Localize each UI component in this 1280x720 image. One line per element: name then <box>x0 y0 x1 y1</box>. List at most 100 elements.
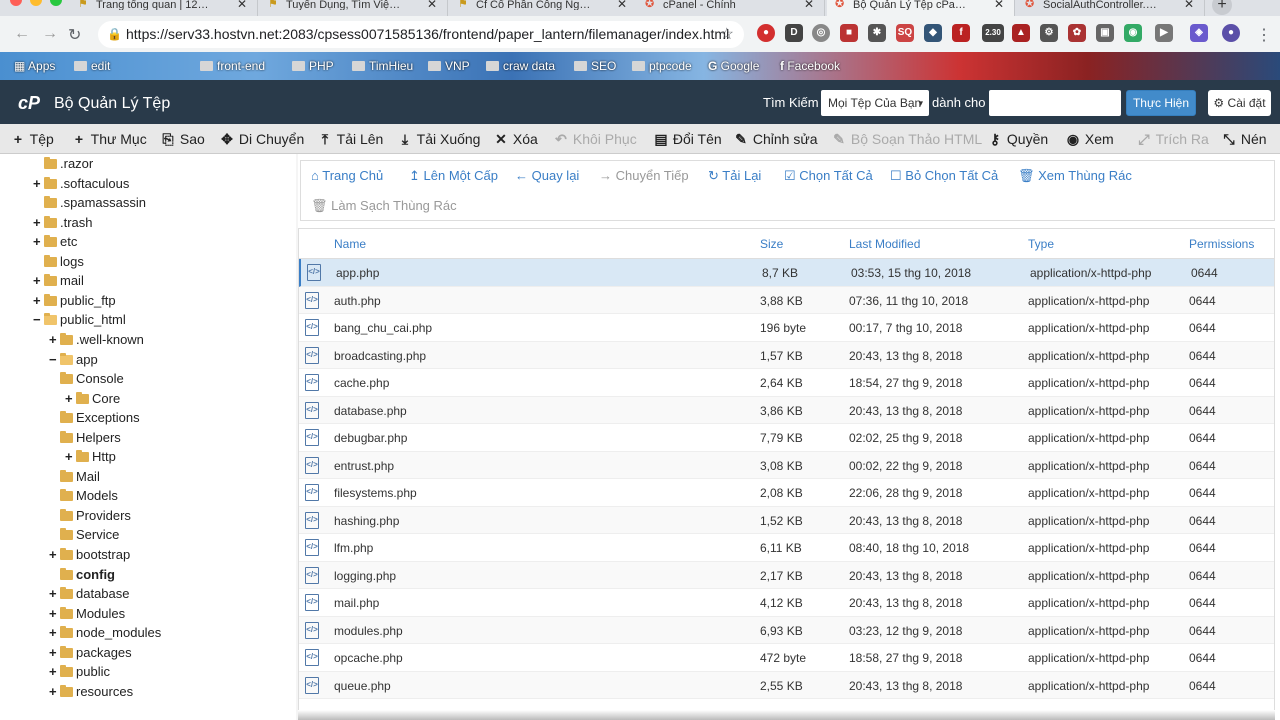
tree-node[interactable]: + database <box>49 584 130 603</box>
nav-trash-link[interactable]: 🗑 Xem Thùng Rác <box>1018 168 1132 184</box>
toolbar-eye-button[interactable]: ◉ Xem <box>1065 131 1114 148</box>
tree-node[interactable]: + .softaculous <box>33 174 129 193</box>
tree-node[interactable]: + packages <box>49 643 132 662</box>
menu-dots-icon[interactable]: ⋮ <box>1256 25 1272 45</box>
tree-node[interactable]: + Modules <box>49 604 125 623</box>
table-row[interactable]: </> filesystems.php 2,08 KB 22:06, 28 thg 9… <box>299 479 1274 507</box>
extension-icon[interactable]: ▶ <box>1155 24 1173 42</box>
close-tab-icon[interactable]: ✕ <box>617 0 627 10</box>
tree-node[interactable]: Service <box>60 525 119 544</box>
nav-home-link[interactable]: ⌂ Trang Chủ <box>311 168 383 183</box>
table-row[interactable]: </> database.php 3,86 KB 20:43, 13 thg 8, 2… <box>299 396 1274 424</box>
tree-node[interactable]: Models <box>60 486 118 505</box>
maximize-window-icon[interactable] <box>50 0 62 6</box>
browser-tab[interactable]: ⚑ Trang tổng quan | 123Job ✕ <box>70 0 258 16</box>
column-modified-header[interactable]: Last Modified <box>849 237 920 251</box>
toolbar-upload-button[interactable]: ⤒ Tải Lên <box>317 131 383 148</box>
tree-node[interactable]: .razor <box>44 154 93 173</box>
nav-arrow-left-link[interactable]: ← Quay lại <box>515 168 579 183</box>
table-row[interactable]: </> modules.php 6,93 KB 03:23, 12 thg 9, 20… <box>299 616 1274 644</box>
back-icon[interactable]: ← <box>14 25 30 43</box>
tree-node[interactable]: − app <box>49 350 98 369</box>
bookmark-star-icon[interactable]: ☆ <box>720 21 734 48</box>
tree-node[interactable]: Mail <box>60 467 100 486</box>
toolbar-move-button[interactable]: ✥ Di Chuyển <box>219 131 304 148</box>
extension-icon[interactable]: ■ <box>840 24 858 42</box>
extension-icon[interactable]: ▣ <box>1096 24 1114 42</box>
search-scope-select[interactable]: Mọi Tệp Của Bạn ▾ <box>821 90 929 116</box>
expand-icon[interactable]: + <box>33 174 44 193</box>
toolbar-download-button[interactable]: ⤓ Tải Xuống <box>397 131 481 148</box>
browser-tab[interactable]: ✪ cPanel - Chính ✕ <box>637 0 825 16</box>
new-tab-button[interactable]: + <box>1212 0 1232 15</box>
expand-icon[interactable]: + <box>49 330 60 349</box>
nav-trash-link[interactable]: 🗑 Làm Sạch Thùng Rác <box>311 198 457 214</box>
extension-badge-icon[interactable]: 2.30 <box>982 24 1004 42</box>
toolbar-key-button[interactable]: ⚷ Quyền <box>987 131 1048 148</box>
toolbar-compress-button[interactable]: ⤡ Nén <box>1221 131 1266 148</box>
url-bar[interactable]: 🔒 https://serv33.hostvn.net:2083/cpsess0… <box>98 21 744 48</box>
minimize-window-icon[interactable] <box>30 0 42 6</box>
expand-icon[interactable]: + <box>49 643 60 662</box>
table-row[interactable]: </> lfm.php 6,11 KB 08:40, 18 thg 10, 2018 a… <box>299 534 1274 562</box>
table-row[interactable]: </> auth.php 3,88 KB 07:36, 11 thg 10, 2018… <box>299 286 1274 314</box>
tree-node[interactable]: + bootstrap <box>49 545 130 564</box>
expand-icon[interactable]: + <box>49 662 60 681</box>
extension-sq-icon[interactable]: SQ <box>896 24 914 42</box>
extension-icon[interactable]: ◆ <box>924 24 942 42</box>
table-row[interactable]: </> mail.php 4,12 KB 20:43, 13 thg 8, 2018 a… <box>299 589 1274 617</box>
extension-shield-icon[interactable]: ● <box>757 24 775 42</box>
expand-icon[interactable]: + <box>33 232 44 251</box>
close-tab-icon[interactable]: ✕ <box>237 0 247 10</box>
extension-icon[interactable]: ◉ <box>1124 24 1142 42</box>
browser-tab[interactable]: ✪ SocialAuthController.php ✕ <box>1017 0 1205 16</box>
bookmark-item[interactable]: f Facebook <box>780 57 840 75</box>
close-window-icon[interactable] <box>10 0 22 6</box>
reload-icon[interactable]: ↻ <box>68 25 81 45</box>
table-row[interactable]: </> hashing.php 1,52 KB 20:43, 13 thg 8, 20… <box>299 506 1274 534</box>
close-tab-icon[interactable]: ✕ <box>994 0 1004 10</box>
tree-node[interactable]: − public_html <box>33 310 126 329</box>
cpanel-logo[interactable]: cP <box>18 93 40 114</box>
column-name-header[interactable]: Name <box>334 237 366 251</box>
tree-node[interactable]: + .trash <box>33 213 93 232</box>
column-permissions-header[interactable]: Permissions <box>1189 237 1254 251</box>
browser-tab[interactable]: ⚑ Cf Cổ Phần Công Nghệ Cơ ✕ <box>450 0 638 16</box>
nav-level-up-link[interactable]: ↥ Lên Một Cấp <box>409 168 498 184</box>
table-row[interactable]: </> bang_chu_cai.php 196 byte 00:17, 7 thg … <box>299 314 1274 342</box>
toolbar-extract-button[interactable]: ⤢ Trích Ra <box>1136 131 1208 148</box>
nav-square-link[interactable]: ☐ Bỏ Chọn Tất Cả <box>890 168 998 184</box>
tree-node[interactable]: config <box>60 565 115 584</box>
tree-node[interactable]: + etc <box>33 232 77 251</box>
toolbar-pencil-button[interactable]: ✎ Chỉnh sửa <box>733 131 817 148</box>
browser-tab[interactable]: ✪ Bộ Quản Lý Tệp cPanel v3 ✕ <box>827 0 1015 16</box>
expand-icon[interactable]: + <box>49 682 60 701</box>
column-size-header[interactable]: Size <box>760 237 783 251</box>
forward-icon[interactable]: → <box>42 25 58 43</box>
profile-avatar-icon[interactable]: ● <box>1222 24 1240 42</box>
table-row[interactable]: </> entrust.php 3,08 KB 00:02, 22 thg 9, 20… <box>299 451 1274 479</box>
tree-node[interactable]: Exceptions <box>60 408 140 427</box>
nav-check-square-link[interactable]: ☑ Chọn Tất Cả <box>784 168 873 184</box>
extension-gear-icon[interactable]: ✱ <box>868 24 886 42</box>
expand-icon[interactable]: + <box>49 584 60 603</box>
nav-arrow-right-link[interactable]: → Chuyển Tiếp <box>599 168 689 183</box>
tree-node[interactable]: + .well-known <box>49 330 144 349</box>
table-row[interactable]: </> app.php 8,7 KB 03:53, 15 thg 10, 2018 ap… <box>299 259 1274 287</box>
extension-d-icon[interactable]: D <box>785 24 803 42</box>
toolbar-html-editor-button[interactable]: ✎ Bộ Soạn Thảo HTML <box>831 131 982 148</box>
column-type-header[interactable]: Type <box>1028 237 1054 251</box>
tree-node[interactable]: logs <box>44 252 84 271</box>
toolbar-plus-button[interactable]: + Thư Mục <box>71 131 147 147</box>
bookmark-item[interactable]: G Google <box>708 57 759 75</box>
search-go-button[interactable]: Thực Hiện <box>1126 90 1196 116</box>
toolbar-rename-button[interactable]: ▤ Đổi Tên <box>653 131 721 148</box>
tree-node[interactable]: .spamassassin <box>44 193 146 212</box>
toolbar-copy-button[interactable]: ⎘ Sao <box>160 131 204 148</box>
bookmark-item[interactable]: VNP <box>428 57 470 75</box>
expand-icon[interactable]: + <box>33 213 44 232</box>
collapse-icon[interactable]: − <box>49 350 60 369</box>
table-row[interactable]: </> opcache.php 472 byte 18:58, 27 thg 9, 2… <box>299 644 1274 672</box>
search-input[interactable] <box>989 90 1121 116</box>
bookmark-item[interactable]: front-end <box>200 57 265 75</box>
